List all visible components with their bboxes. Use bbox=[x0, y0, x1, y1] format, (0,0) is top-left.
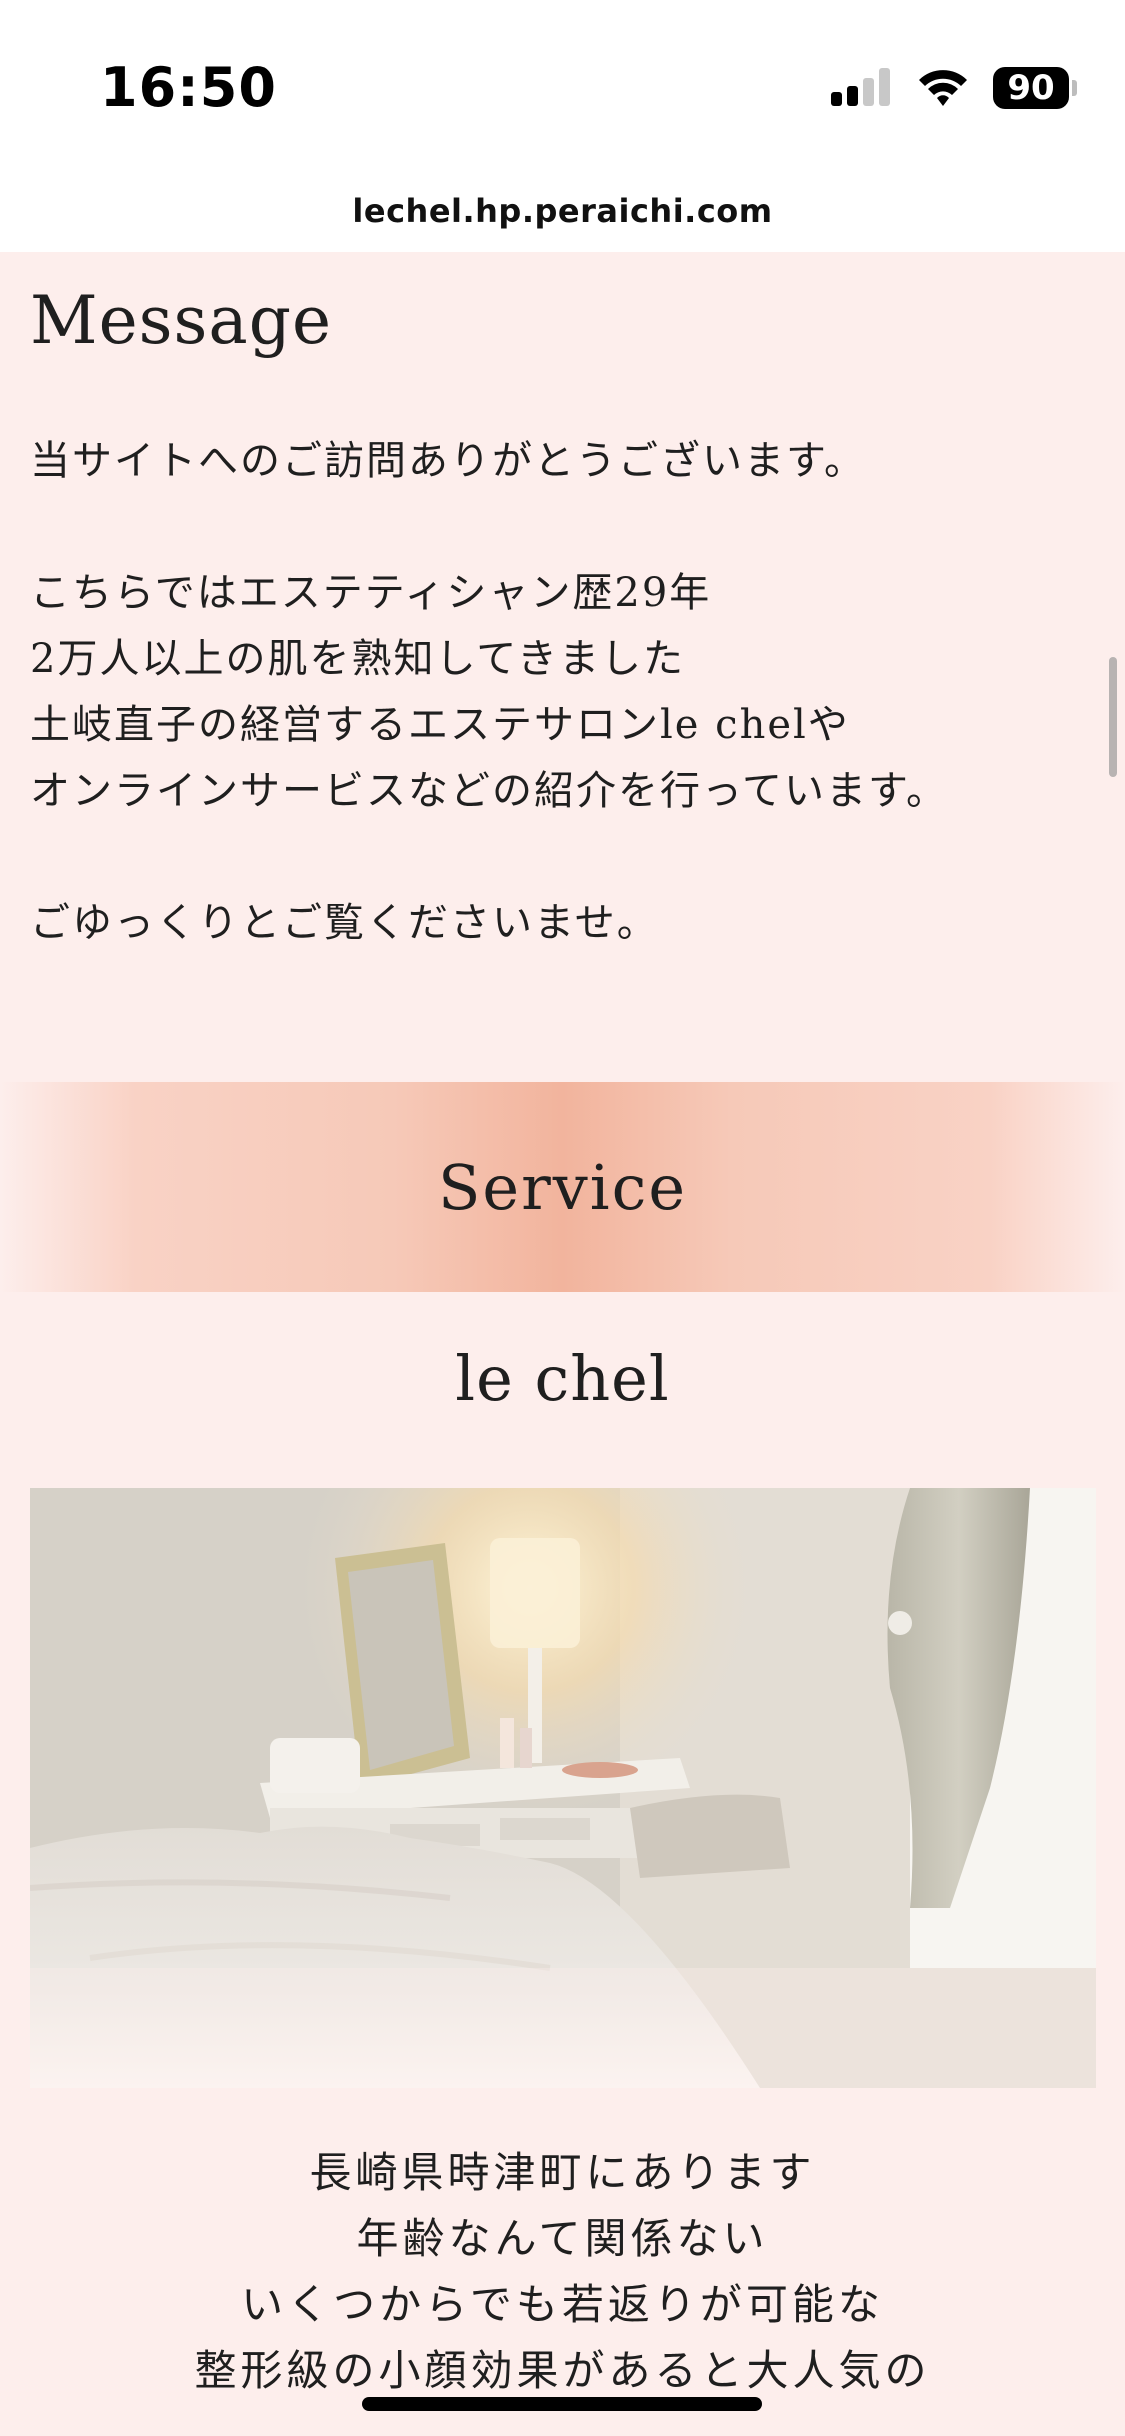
service-description: 長崎県時津町にあります 年齢なんて関係ない いくつからでも若返りが可能な 整形級… bbox=[0, 2140, 1125, 2404]
service-item-title: le chel bbox=[455, 1342, 670, 1415]
salon-room-photo bbox=[30, 1488, 1096, 2088]
status-bar: 16:50 90 bbox=[0, 0, 1125, 170]
wifi-icon bbox=[919, 70, 967, 106]
home-indicator[interactable] bbox=[362, 2397, 762, 2411]
cellular-signal-icon bbox=[831, 66, 893, 110]
battery-level: 90 bbox=[1007, 68, 1055, 108]
message-line: ごゆっくりとご覧くださいませ。 bbox=[30, 900, 659, 946]
page-content: Message 当サイトへのご訪問ありがとうございます。 こちらではエステティシ… bbox=[0, 252, 1125, 2436]
message-line: こちらではエステティシャン歴29年 bbox=[30, 570, 712, 616]
description-line: 年齢なんて関係ない bbox=[356, 2214, 769, 2263]
description-line: 整形級の小顔効果があると大人気の bbox=[194, 2346, 931, 2395]
battery-icon: 90 bbox=[993, 67, 1077, 109]
status-time: 16:50 bbox=[100, 56, 277, 119]
scroll-indicator[interactable] bbox=[1109, 657, 1117, 777]
description-line: 長崎県時津町にあります bbox=[309, 2148, 816, 2197]
service-heading-band: Service bbox=[0, 1082, 1125, 1292]
description-line: いくつからでも若返りが可能な bbox=[241, 2280, 884, 2329]
url-text[interactable]: lechel.hp.peraichi.com bbox=[352, 192, 772, 230]
status-icons: 90 bbox=[831, 64, 1077, 112]
message-heading: Message bbox=[30, 282, 333, 359]
url-bar[interactable]: lechel.hp.peraichi.com bbox=[0, 170, 1125, 252]
message-line: 当サイトへのご訪問ありがとうございます。 bbox=[30, 438, 866, 484]
service-heading: Service bbox=[437, 1150, 688, 1224]
salon-room-illustration bbox=[30, 1488, 1096, 2088]
message-line: 土岐直子の経営するエステサロンle chelや bbox=[30, 702, 850, 748]
message-body: 当サイトへのご訪問ありがとうございます。 こちらではエステティシャン歴29年 2… bbox=[30, 428, 1050, 956]
message-line: 2万人以上の肌を熟知してきました bbox=[30, 636, 686, 682]
message-line: オンラインサービスなどの紹介を行っています。 bbox=[30, 768, 948, 814]
